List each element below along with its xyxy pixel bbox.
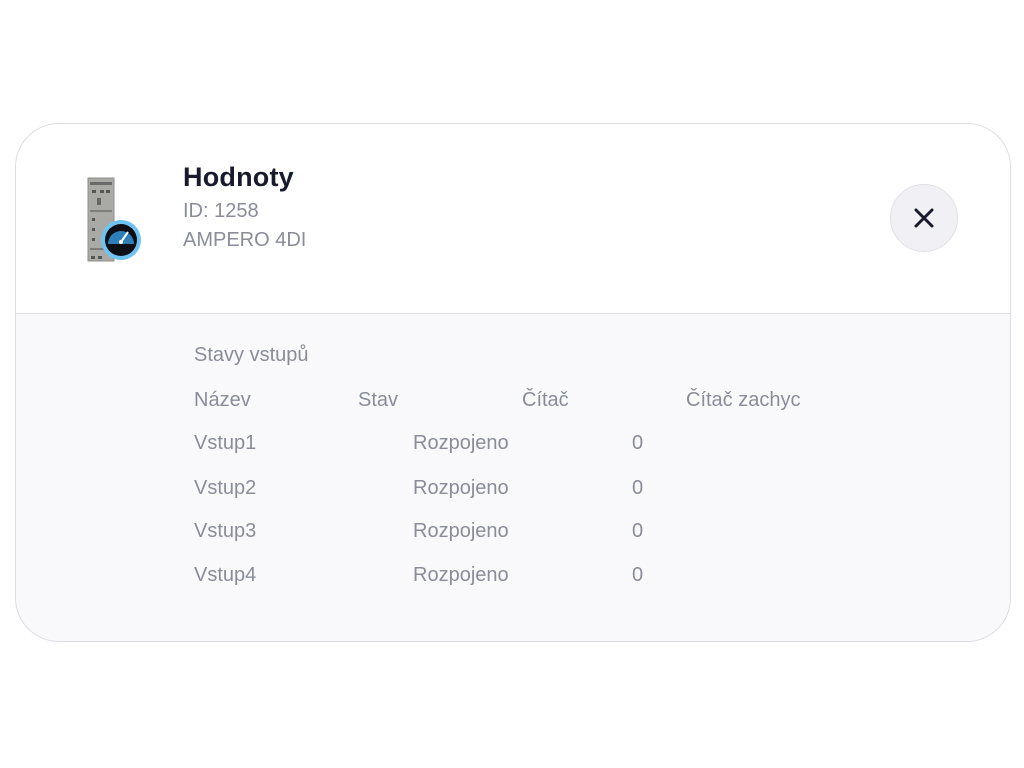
row-1-name: Vstup1 — [194, 432, 257, 454]
row-3-name: Vstup3 — [194, 520, 257, 542]
inputs-section-title: Stavy vstupů — [194, 344, 309, 366]
column-header-state: Stav — [358, 389, 399, 411]
row-4-counter: 0 — [632, 564, 644, 586]
close-icon — [914, 208, 934, 228]
close-button[interactable] — [890, 184, 958, 252]
column-header-captured-counter: Čítač zachyc — [686, 389, 801, 411]
device-id: ID: 1258 — [183, 200, 259, 222]
column-header-name: Název — [194, 389, 251, 411]
row-2-state: Rozpojeno — [413, 477, 509, 499]
row-1-state: Rozpojeno — [413, 432, 509, 454]
row-3-counter: 0 — [632, 520, 644, 542]
row-4-name: Vstup4 — [194, 564, 257, 586]
row-2-name: Vstup2 — [194, 477, 257, 499]
device-icon — [87, 177, 141, 262]
row-3-state: Rozpojeno — [413, 520, 509, 542]
row-1-counter: 0 — [632, 432, 644, 454]
dialog-title: Hodnoty — [183, 162, 294, 192]
values-dialog: Hodnoty ID: 1258 AMPERO 4DI Stavy vstupů… — [15, 123, 1011, 642]
row-2-counter: 0 — [632, 477, 644, 499]
device-model: AMPERO 4DI — [183, 229, 307, 251]
column-header-counter: Čítač — [522, 389, 569, 411]
dialog-header: Hodnoty ID: 1258 AMPERO 4DI — [16, 124, 1010, 314]
row-4-state: Rozpojeno — [413, 564, 509, 586]
